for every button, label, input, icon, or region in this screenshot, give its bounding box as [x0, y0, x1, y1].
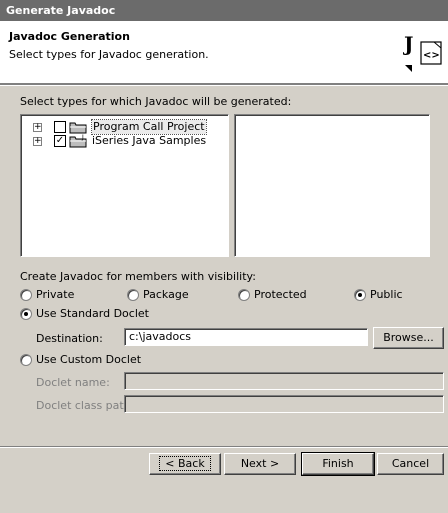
- custom-doclet-label: Use Custom Doclet: [36, 353, 142, 366]
- project-tree[interactable]: + Program Call Project + ✓ J iSeries Jav…: [20, 114, 229, 257]
- generate-javadoc-window: Generate Javadoc Javadoc Generation Sele…: [0, 0, 448, 513]
- radio-public[interactable]: Public: [354, 288, 403, 301]
- banner-title: Javadoc Generation: [9, 30, 130, 43]
- radio-private[interactable]: Private: [20, 288, 74, 301]
- next-button[interactable]: Next >: [224, 453, 296, 475]
- project-folder-icon: [69, 122, 87, 134]
- type-detail-list[interactable]: [234, 114, 430, 257]
- tree-item-iseries-java-samples[interactable]: + ✓ J iSeries Java Samples: [21, 134, 221, 148]
- cancel-button[interactable]: Cancel: [377, 453, 444, 475]
- destination-label: Destination:: [36, 332, 103, 345]
- javadoc-wizard-icon: J <>: [403, 32, 442, 72]
- radio-use-standard-doclet[interactable]: Use Standard Doclet: [20, 307, 149, 320]
- destination-input[interactable]: c:\javadocs: [124, 328, 368, 346]
- browse-button[interactable]: Browse...: [373, 327, 444, 349]
- svg-text:<>: <>: [423, 50, 440, 61]
- tree-item-label: Program Call Project: [91, 119, 207, 135]
- back-button-label: < Back: [159, 456, 211, 471]
- radio-public-label: Public: [370, 288, 403, 301]
- doclet-name-label: Doclet name:: [36, 376, 110, 389]
- doclet-classpath-input[interactable]: [124, 395, 444, 413]
- tree-item-program-call-project[interactable]: + Program Call Project: [21, 119, 221, 135]
- visibility-label: Create Javadoc for members with visibili…: [20, 270, 256, 283]
- types-label: Select types for which Javadoc will be g…: [20, 95, 292, 108]
- radio-private-label: Private: [36, 288, 75, 301]
- radio-use-custom-doclet[interactable]: Use Custom Doclet: [20, 353, 141, 366]
- button-bar-separator: [0, 446, 448, 448]
- doclet-name-input[interactable]: [124, 372, 444, 390]
- svg-text:J: J: [81, 134, 84, 141]
- doclet-classpath-label: Doclet class path:: [36, 399, 135, 412]
- banner-separator: [0, 84, 448, 86]
- wizard-banner: Javadoc Generation Select types for Java…: [0, 21, 448, 84]
- back-button[interactable]: < Back: [149, 453, 221, 475]
- radio-protected-label: Protected: [254, 288, 307, 301]
- expand-icon[interactable]: +: [33, 123, 42, 132]
- radio-protected[interactable]: Protected: [238, 288, 307, 301]
- standard-doclet-label: Use Standard Doclet: [36, 307, 149, 320]
- finish-button[interactable]: Finish: [301, 452, 375, 476]
- window-title: Generate Javadoc: [0, 0, 448, 21]
- tree-checkbox-checked[interactable]: ✓: [54, 135, 66, 147]
- radio-package-label: Package: [143, 288, 189, 301]
- tree-item-label: iSeries Java Samples: [92, 134, 207, 147]
- radio-package[interactable]: Package: [127, 288, 189, 301]
- tree-checkbox-unchecked[interactable]: [54, 121, 66, 133]
- java-project-folder-icon: J: [69, 134, 87, 148]
- svg-text:J: J: [403, 32, 413, 56]
- expand-icon[interactable]: +: [33, 137, 42, 146]
- banner-description: Select types for Javadoc generation.: [9, 48, 209, 61]
